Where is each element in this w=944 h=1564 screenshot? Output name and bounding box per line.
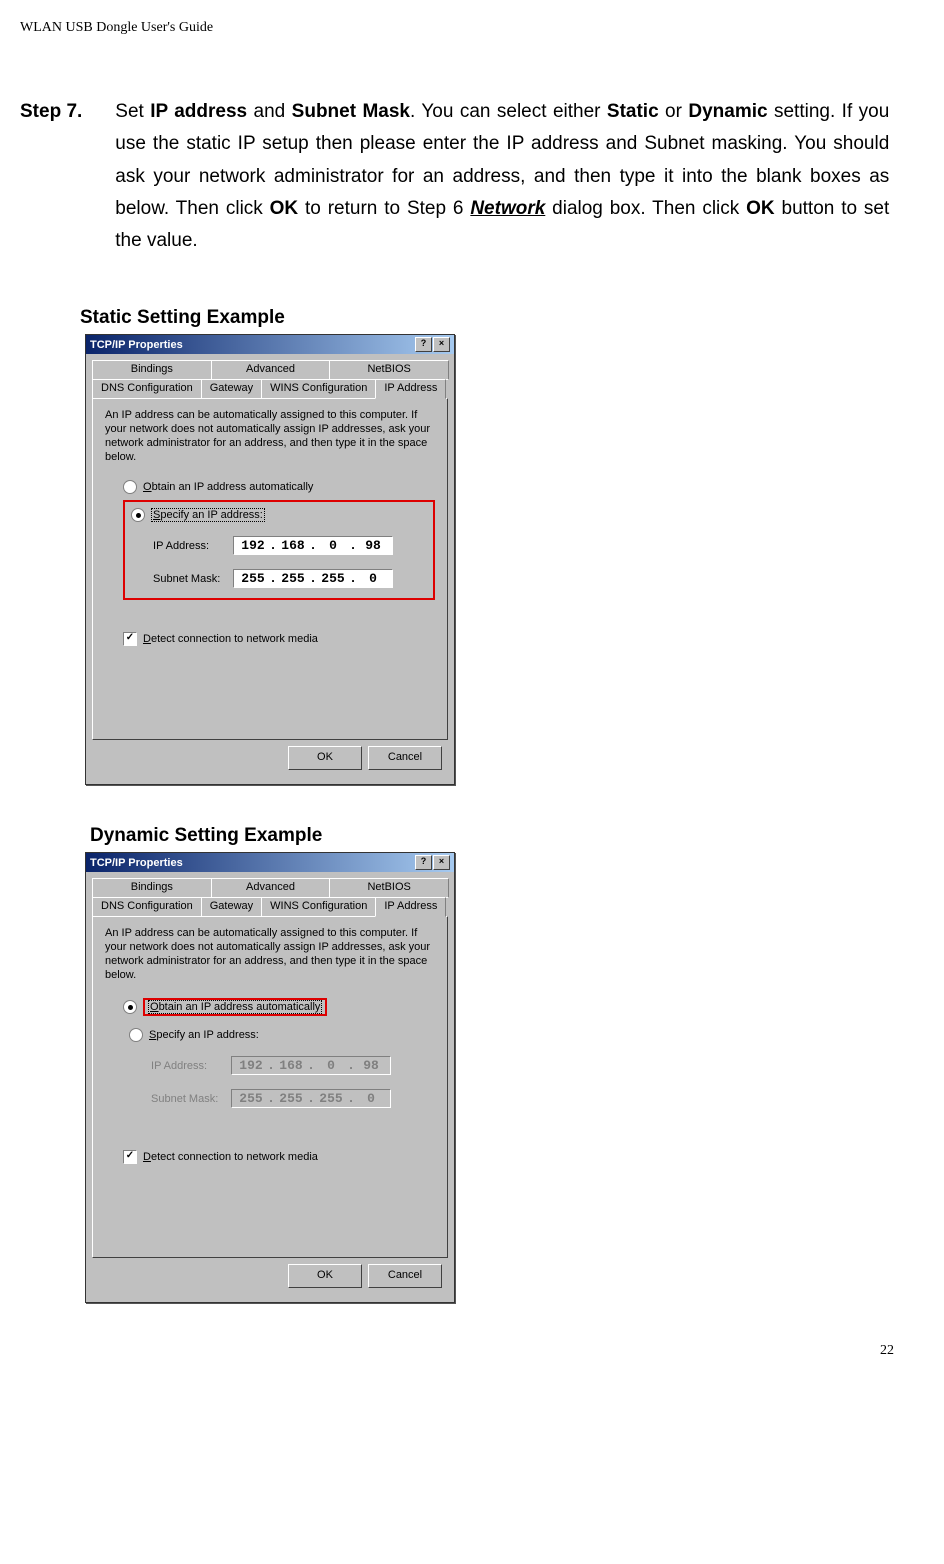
tcpip-dialog-dynamic: TCP/IP Properties ? × Bindings Advanced … [85, 852, 455, 1303]
subnet-mask-label: Subnet Mask: [151, 1093, 231, 1105]
tab-ipaddress[interactable]: IP Address [375, 897, 446, 917]
help-text: An IP address can be automatically assig… [105, 409, 435, 464]
radio-obtain-label: Obtain an IP address automatically [143, 481, 313, 493]
tab-wins[interactable]: WINS Configuration [261, 379, 376, 399]
radio-obtain[interactable]: Obtain an IP address automatically [123, 480, 435, 494]
detect-checkbox-row[interactable]: ✓ Detect connection to network media [123, 632, 435, 646]
tab-netbios[interactable]: NetBIOS [329, 360, 449, 380]
close-button[interactable]: × [433, 337, 450, 352]
tab-row-1: Bindings Advanced NetBIOS [92, 360, 448, 380]
radio-icon-selected [131, 508, 145, 522]
radio-obtain[interactable]: Obtain an IP address automatically [123, 998, 435, 1016]
step-label: Step 7. [20, 96, 110, 128]
dynamic-example-title: Dynamic Setting Example [90, 825, 894, 847]
radio-icon-selected [123, 1000, 137, 1014]
static-example-title: Static Setting Example [80, 307, 894, 329]
detect-label: Detect connection to network media [143, 1151, 318, 1163]
tab-wins[interactable]: WINS Configuration [261, 897, 376, 917]
tcpip-dialog-static: TCP/IP Properties ? × Bindings Advanced … [85, 334, 455, 785]
subnet-mask-row: Subnet Mask: 255. 255. 255. 0 [153, 569, 425, 588]
step-body: Set IP address and Subnet Mask. You can … [115, 96, 889, 257]
ip-address-input[interactable]: 192. 168. 0. 98 [233, 536, 393, 555]
tab-gateway[interactable]: Gateway [201, 379, 262, 399]
ip-address-label: IP Address: [153, 540, 233, 552]
radio-icon [129, 1028, 143, 1042]
titlebar: TCP/IP Properties ? × [86, 853, 454, 872]
step-7-paragraph: Step 7. Set IP address and Subnet Mask. … [20, 96, 894, 257]
ip-address-row: IP Address: 192. 168. 0. 98 [151, 1056, 427, 1075]
specify-box: Specify an IP address: IP Address: 192. … [123, 1022, 435, 1118]
subnet-mask-input[interactable]: 255. 255. 255. 0 [233, 569, 393, 588]
document-header: WLAN USB Dongle User's Guide [20, 20, 894, 36]
close-button[interactable]: × [433, 855, 450, 870]
tab-netbios[interactable]: NetBIOS [329, 878, 449, 898]
subnet-mask-label: Subnet Mask: [153, 573, 233, 585]
ok-button[interactable]: OK [288, 746, 362, 770]
radio-specify[interactable]: Specify an IP address: [131, 508, 425, 522]
specify-highlight-box: Specify an IP address: IP Address: 192. … [123, 500, 435, 600]
checkbox-icon: ✓ [123, 632, 137, 646]
subnet-mask-row: Subnet Mask: 255. 255. 255. 0 [151, 1089, 427, 1108]
tab-gateway[interactable]: Gateway [201, 897, 262, 917]
ip-address-label: IP Address: [151, 1060, 231, 1072]
dialog-title: TCP/IP Properties [90, 857, 183, 869]
tab-dns[interactable]: DNS Configuration [92, 897, 202, 917]
tab-advanced[interactable]: Advanced [211, 878, 331, 898]
tab-bindings[interactable]: Bindings [92, 878, 212, 898]
tab-ipaddress[interactable]: IP Address [375, 379, 446, 399]
detect-checkbox-row[interactable]: ✓ Detect connection to network media [123, 1150, 435, 1164]
subnet-mask-input-disabled: 255. 255. 255. 0 [231, 1089, 391, 1108]
tab-row-1: Bindings Advanced NetBIOS [92, 878, 448, 898]
tab-dns[interactable]: DNS Configuration [92, 379, 202, 399]
tab-row-2: DNS Configuration Gateway WINS Configura… [92, 897, 448, 917]
button-row: OK Cancel [92, 1258, 448, 1294]
cancel-button[interactable]: Cancel [368, 1264, 442, 1288]
ip-address-input-disabled: 192. 168. 0. 98 [231, 1056, 391, 1075]
radio-specify-label: Specify an IP address: [151, 509, 265, 521]
obtain-highlight-box: Obtain an IP address automatically [143, 998, 327, 1016]
tab-bindings[interactable]: Bindings [92, 360, 212, 380]
radio-specify[interactable]: Specify an IP address: [129, 1028, 427, 1042]
ip-address-row: IP Address: 192. 168. 0. 98 [153, 536, 425, 555]
radio-specify-label: Specify an IP address: [149, 1029, 259, 1041]
tab-row-2: DNS Configuration Gateway WINS Configura… [92, 379, 448, 399]
tab-panel: An IP address can be automatically assig… [92, 916, 448, 1258]
help-button[interactable]: ? [415, 855, 432, 870]
button-row: OK Cancel [92, 740, 448, 776]
titlebar: TCP/IP Properties ? × [86, 335, 454, 354]
radio-icon [123, 480, 137, 494]
dialog-title: TCP/IP Properties [90, 339, 183, 351]
help-text: An IP address can be automatically assig… [105, 927, 435, 982]
checkbox-icon: ✓ [123, 1150, 137, 1164]
page-number: 22 [0, 1343, 944, 1359]
cancel-button[interactable]: Cancel [368, 746, 442, 770]
ok-button[interactable]: OK [288, 1264, 362, 1288]
tab-panel: An IP address can be automatically assig… [92, 398, 448, 740]
detect-label: Detect connection to network media [143, 633, 318, 645]
help-button[interactable]: ? [415, 337, 432, 352]
tab-advanced[interactable]: Advanced [211, 360, 331, 380]
radio-obtain-label: Obtain an IP address automatically [148, 1000, 322, 1014]
